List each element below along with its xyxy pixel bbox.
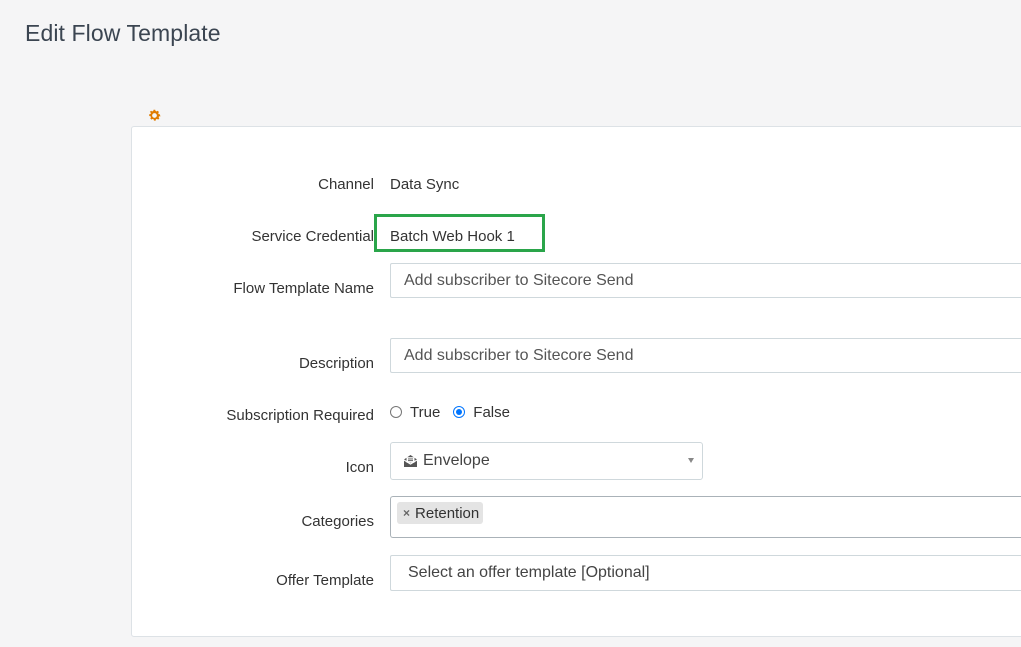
category-tag: × Retention [397,502,484,524]
category-tag-label: Retention [415,504,480,522]
flow-template-name-label: Flow Template Name [233,280,374,297]
chevron-down-icon [688,458,694,463]
page-title: Edit Flow Template [25,20,221,46]
icon-label: Icon [345,459,374,476]
subscription-required-radio-group: True False [390,404,523,421]
service-credential-value: Batch Web Hook 1 [390,228,515,245]
offer-template-select[interactable]: Select an offer template [Optional] [390,555,1021,591]
service-credential-label: Service Credential [251,228,374,245]
flow-template-form-panel: Channel Data Sync Service Credential Bat… [131,126,1021,637]
categories-label: Categories [301,513,374,530]
subscription-false-label[interactable]: False [473,404,510,421]
subscription-false-radio[interactable] [453,405,466,418]
subscription-required-label: Subscription Required [226,407,374,424]
icon-select[interactable]: Envelope [390,442,703,480]
flow-template-name-input[interactable] [390,263,1021,298]
gear-icon[interactable] [147,108,162,123]
icon-select-value: Envelope [423,452,490,469]
subscription-true-radio[interactable] [390,405,402,418]
offer-template-label: Offer Template [276,572,374,589]
categories-tag-input[interactable]: × Retention [390,496,1021,538]
envelope-open-icon [403,454,418,468]
description-label: Description [298,355,374,372]
description-input[interactable] [390,338,1021,373]
channel-label: Channel [318,176,374,193]
offer-template-placeholder: Select an offer template [Optional] [408,564,650,581]
tag-remove-icon[interactable]: × [403,506,410,520]
channel-value: Data Sync [390,176,460,193]
subscription-true-label[interactable]: True [410,404,440,421]
